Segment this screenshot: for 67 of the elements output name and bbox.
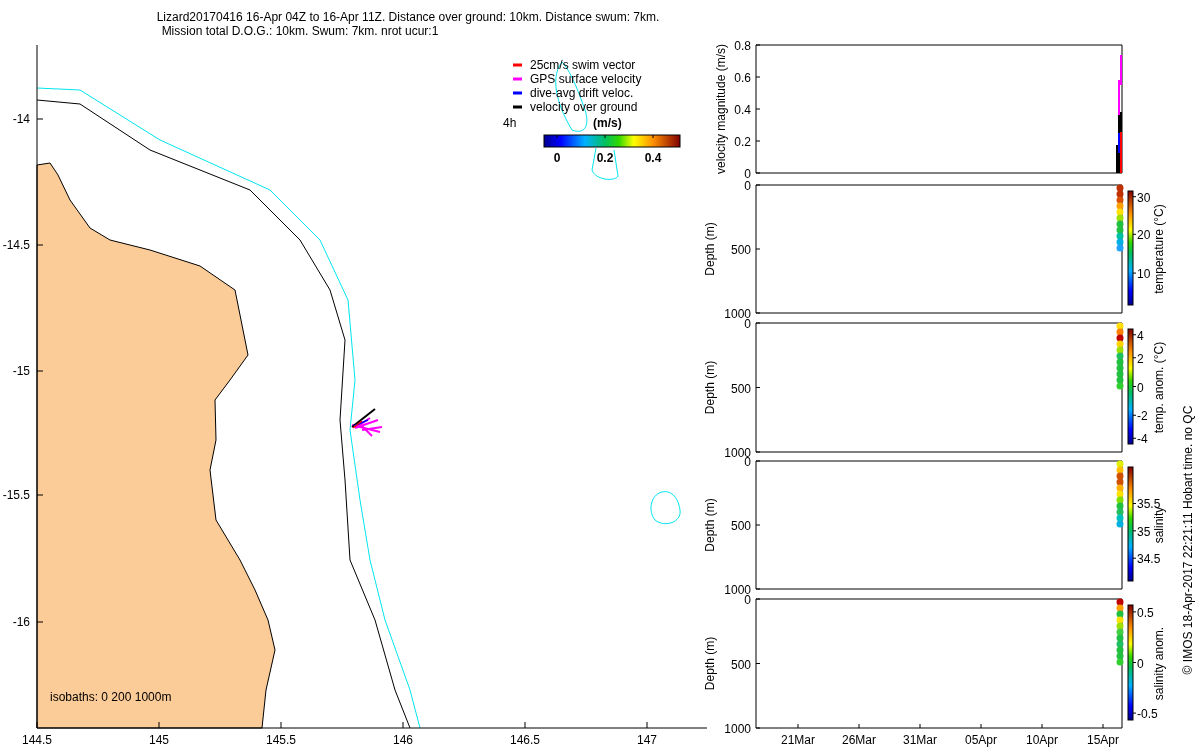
axis-tick-label: 05Apr (965, 733, 997, 747)
colorbar-tick-label: 0.4 (644, 151, 662, 165)
axis-tick-label: 0.8 (734, 39, 751, 53)
interval-label: 4h (503, 116, 517, 130)
figure-title: Mission total D.O.G.: 10km. Swum: 7km. nrot ucur:1 (161, 24, 439, 38)
axis-tick-label: -16 (12, 615, 30, 629)
colorbar-tick-label: -2 (1137, 409, 1148, 424)
glider-track-drawing (351, 408, 383, 437)
colorbar-tick-label: 0.5 (1137, 605, 1154, 620)
axis-label: Depth (m) (703, 636, 717, 691)
colorbar-label: temperature (°C) (1152, 204, 1166, 294)
axis-tick-label: 0.4 (734, 103, 751, 117)
colorbar-tick-label: -0.5 (1137, 707, 1158, 722)
colorbar-tick-label: 20 (1137, 228, 1151, 243)
axis-tick-label: -15.5 (2, 488, 30, 502)
axis-label: velocity magnitude (m/s) (714, 44, 728, 174)
axis-tick-label: 0 (744, 167, 751, 181)
colorbar-tick-label: 10 (1137, 267, 1151, 282)
isobath-line (591, 147, 619, 180)
axis-tick-label: 21Mar (781, 733, 815, 747)
axis-tick-label: 26Mar (842, 733, 876, 747)
colorbar-tick-label: 2 (1137, 351, 1144, 366)
legend-label: GPS surface velocity (530, 72, 642, 86)
axis-tick-label: 145 (149, 733, 169, 747)
axis-tick-label: 10Apr (1026, 733, 1058, 747)
colorbar-tick-label: -4 (1137, 432, 1148, 447)
colorbar-tick-label: 4 (1137, 328, 1144, 343)
footer-note: © IMOS 18-Apr-2017 22:21:11 Hobart time. no QC (1181, 405, 1195, 675)
axis-tick-label: 500 (730, 243, 751, 257)
axis-tick-label: 31Mar (903, 733, 937, 747)
colorbar-tick-label: 0 (1137, 380, 1144, 395)
axis-tick-label: -14.5 (2, 238, 30, 252)
axis-tick-label: 146.5 (510, 733, 540, 747)
colorbar-tick-label: 35 (1137, 524, 1151, 539)
axis-label: Depth (m) (703, 498, 717, 552)
colorbar-tick-label: 0 (553, 151, 561, 165)
isobath-line (650, 491, 681, 525)
axis-tick-label: 500 (730, 381, 751, 396)
axis-tick-label: 15Apr (1087, 733, 1119, 747)
colorbar-tick-label: 0.2 (596, 151, 614, 165)
isobaths-note: isobaths: 0 200 1000m (50, 690, 172, 704)
profile-dots-drawing (1116, 184, 1124, 252)
axis-label: Depth (m) (703, 222, 717, 276)
axis-tick-label: 0.6 (734, 71, 751, 85)
colorbar-label: salinity anom. (1152, 626, 1166, 701)
axis-tick-label: 0 (744, 179, 751, 193)
axis-tick-label: 147 (637, 733, 657, 747)
axis-tick-label: -15 (12, 364, 30, 378)
profile-dots-drawing (1116, 322, 1124, 390)
axis-tick-label: -14 (12, 112, 30, 126)
axis-tick-label: 500 (730, 657, 751, 672)
colorbar-label: (m/s) (593, 116, 622, 130)
colorbar-tick-label: 30 (1137, 190, 1151, 205)
colorbar-tick-label: 34.5 (1137, 552, 1161, 567)
colorbar-tick-label: 0 (1137, 656, 1144, 671)
colorbar-label: temp. anom. (°C) (1152, 341, 1166, 434)
axis-tick-label: 0.2 (734, 135, 751, 149)
figure-title: Lizard20170416 16-Apr 04Z to 16-Apr 11Z. Distance over ground: 10km. Distance swum: 7km. (156, 10, 660, 24)
profile-dots-drawing (1116, 460, 1124, 528)
axis-tick-label: 146 (393, 733, 413, 747)
axis-tick-label: 500 (730, 519, 751, 533)
axis-tick-label: 1000 (724, 722, 751, 736)
axis-tick-label: 144.5 (22, 733, 52, 747)
axis-tick-label: 145.5 (266, 733, 296, 747)
profile-dots-drawing (1116, 598, 1124, 666)
legend-label: velocity over ground (530, 100, 638, 114)
axis-label: Depth (m) (703, 360, 717, 415)
